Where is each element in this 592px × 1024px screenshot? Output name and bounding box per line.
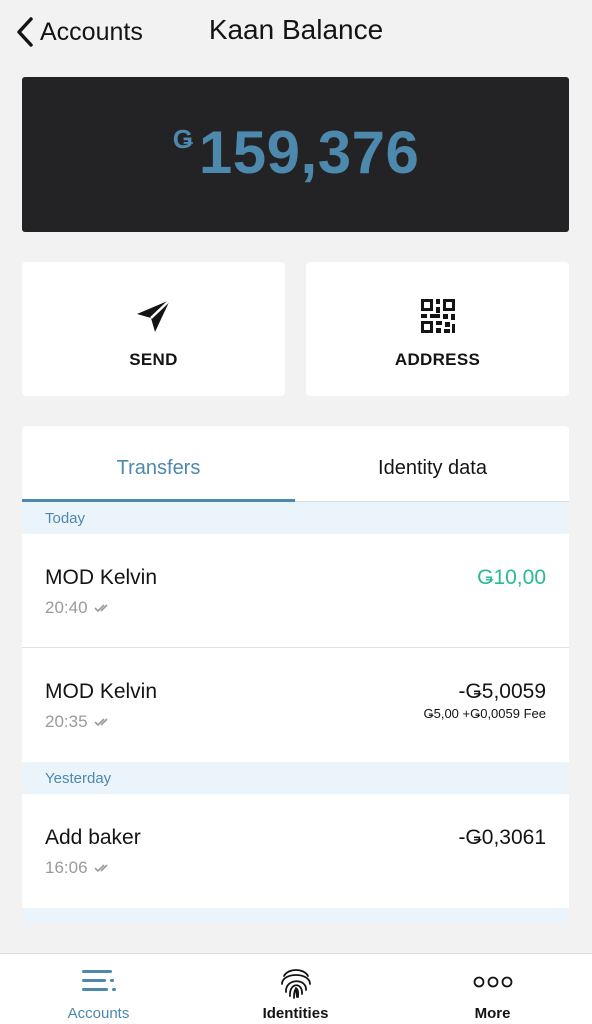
send-label: SEND — [129, 350, 178, 369]
transaction-time: 20:35 — [45, 712, 112, 732]
section-header-next — [22, 908, 569, 924]
transaction-time: 20:40 — [45, 598, 112, 618]
transaction-time: 16:06 — [45, 858, 112, 878]
bottom-nav: Accounts Identities More — [0, 953, 592, 1024]
paper-plane-icon — [136, 299, 171, 332]
nav-accounts[interactable]: Accounts — [0, 954, 197, 1024]
balance-display: Ǥ 159,376 — [0, 118, 592, 187]
three-dots-icon — [473, 976, 512, 988]
address-label: ADDRESS — [394, 350, 481, 369]
double-check-icon — [93, 604, 108, 613]
transaction-time-text: 16:06 — [45, 858, 88, 877]
nav-more[interactable]: More — [394, 954, 591, 1024]
transaction-name: MOD Kelvin — [45, 566, 158, 589]
balance-amount: 159,376 — [198, 119, 420, 186]
double-check-icon — [93, 864, 108, 873]
transaction-amount: -Ǥ5,0059 — [458, 680, 546, 703]
list-lines-icon — [81, 970, 116, 991]
tab-transfers[interactable]: Transfers — [22, 426, 295, 502]
nav-identities[interactable]: Identities — [197, 954, 394, 1024]
transaction-amount: -Ǥ0,3061 — [458, 826, 546, 849]
nav-identities-label: Identities — [262, 1005, 329, 1022]
header: Accounts Kaan Balance — [0, 0, 592, 64]
transaction-row[interactable]: MOD Kelvin 20:35 -Ǥ5,0059 Ǥ5,00 +Ǥ0,0059… — [22, 648, 569, 762]
fingerprint-icon — [280, 969, 311, 999]
transaction-row[interactable]: Add baker 16:06 -Ǥ0,3061 — [22, 794, 569, 908]
page-title: Kaan Balance — [208, 14, 384, 45]
currency-symbol: Ǥ — [172, 124, 193, 154]
nav-accounts-label: Accounts — [67, 1005, 130, 1022]
transfers-panel: Transfers Identity data Today MOD Kelvin… — [22, 426, 569, 924]
qr-code-icon — [420, 299, 455, 333]
transaction-fee: Ǥ5,00 +Ǥ0,0059 Fee — [423, 706, 546, 721]
transaction-name: Add baker — [45, 826, 141, 849]
transaction-row[interactable]: MOD Kelvin 20:40 Ǥ10,00 — [22, 534, 569, 647]
transaction-name: MOD Kelvin — [45, 680, 158, 703]
address-button[interactable]: ADDRESS — [306, 262, 569, 396]
transaction-time-text: 20:40 — [45, 598, 88, 617]
transaction-time-text: 20:35 — [45, 712, 88, 731]
section-header-today: Today — [22, 502, 569, 534]
double-check-icon — [93, 718, 108, 727]
send-button[interactable]: SEND — [22, 262, 285, 396]
section-header-yesterday: Yesterday — [22, 762, 569, 794]
tab-bar: Transfers Identity data — [22, 426, 569, 502]
transaction-amount: Ǥ10,00 — [477, 566, 546, 589]
tab-identity-data[interactable]: Identity data — [296, 426, 569, 502]
nav-more-label: More — [474, 1005, 511, 1022]
